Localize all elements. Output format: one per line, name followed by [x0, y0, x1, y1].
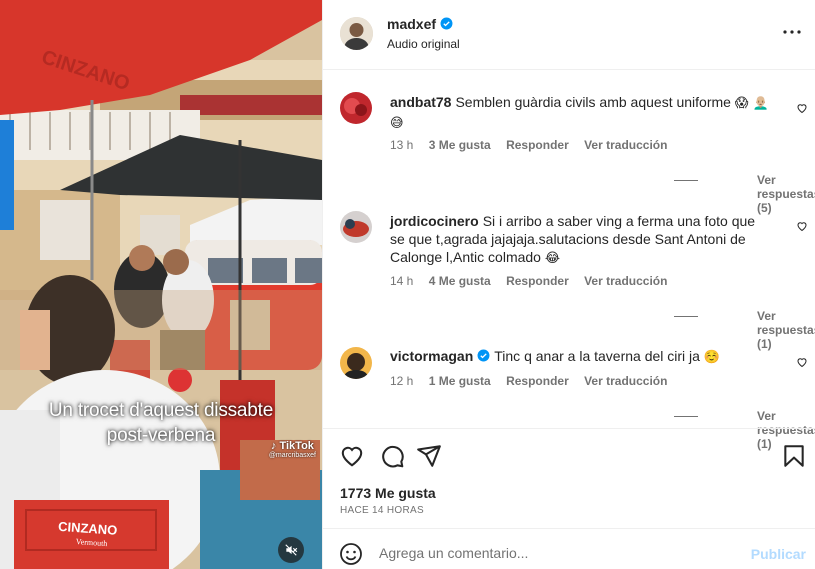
view-replies-label[interactable]: Ver respuestas (1): [757, 309, 815, 351]
translate-button[interactable]: Ver traducción: [584, 138, 667, 152]
verified-badge-icon: [440, 17, 453, 30]
comment-like-icon[interactable]: [796, 102, 808, 114]
comment-like-icon[interactable]: [796, 356, 808, 368]
post-timestamp: HACE 14 HORAS: [340, 505, 424, 516]
comment-username[interactable]: andbat78: [390, 94, 451, 110]
commenter-avatar[interactable]: [340, 347, 372, 379]
bookmark-icon[interactable]: [781, 443, 807, 469]
heart-icon[interactable]: [339, 443, 365, 469]
post-header: madxef Audio original: [323, 0, 815, 70]
comment-text: jordicocinero Si i arribo a saber ving a …: [390, 212, 770, 268]
comment-time: 12 h: [390, 374, 414, 388]
reply-button[interactable]: Responder: [506, 138, 569, 152]
view-replies-label[interactable]: Ver respuestas (5): [757, 173, 815, 215]
comment-likes[interactable]: 3 Me gusta: [429, 138, 491, 152]
comment-likes[interactable]: 1 Me gusta: [429, 374, 491, 388]
commenter-avatar[interactable]: [340, 211, 372, 243]
translate-button[interactable]: Ver traducción: [584, 374, 667, 388]
comment-body: Tinc q anar a la taverna del ciri ja: [494, 348, 700, 364]
more-options-icon: [783, 30, 801, 34]
post-comment-button[interactable]: Publicar: [751, 546, 806, 562]
post-actions: 1773 Me gusta HACE 14 HORAS: [323, 428, 815, 528]
comment-input[interactable]: [379, 539, 719, 567]
comment-icon[interactable]: [379, 443, 405, 469]
comment-body: Semblen guàrdia civils amb aquest unifor…: [455, 94, 731, 110]
comment-like-icon[interactable]: [796, 220, 808, 232]
translate-button[interactable]: Ver traducción: [584, 274, 667, 288]
post-details-panel: madxef Audio original andbat78 Semblen gu…: [322, 0, 815, 569]
tiktok-label: TikTok: [279, 440, 314, 452]
verified-badge-icon: [477, 349, 490, 362]
replies-divider: [674, 180, 698, 181]
replies-divider: [674, 416, 698, 417]
commenter-avatar[interactable]: [340, 92, 372, 124]
comment-emoji: 😂: [544, 251, 561, 266]
comment-meta: 12 h 1 Me gusta Responder Ver traducción: [390, 374, 679, 388]
comment-likes[interactable]: 4 Me gusta: [429, 274, 491, 288]
add-comment-bar: Publicar: [323, 528, 815, 569]
video-caption-line-1: Un trocet d'aquest dissabte: [48, 400, 274, 421]
comment-text: andbat78 Semblen guàrdia civils amb aques…: [390, 93, 770, 133]
muted-speaker-icon: [285, 544, 298, 556]
like-count[interactable]: 1773 Me gusta: [340, 485, 436, 501]
author-username[interactable]: madxef: [387, 16, 453, 32]
comment-meta: 13 h 3 Me gusta Responder Ver traducción: [390, 138, 679, 152]
comment-meta: 14 h 4 Me gusta Responder Ver traducción: [390, 274, 679, 288]
share-icon[interactable]: [416, 443, 442, 469]
comment-emoji: ☺️: [703, 350, 721, 365]
mute-toggle-button[interactable]: [278, 537, 304, 563]
emoji-icon[interactable]: [339, 542, 363, 566]
comment-time: 14 h: [390, 274, 414, 288]
author-username-label[interactable]: madxef: [387, 16, 436, 32]
comment-username[interactable]: victormagan: [390, 348, 473, 364]
more-options-button[interactable]: [780, 20, 804, 44]
comment-text: victormagan Tinc q anar a la taverna del …: [390, 347, 770, 367]
reply-button[interactable]: Responder: [506, 374, 569, 388]
comment-time: 13 h: [390, 138, 414, 152]
video-frame: CINZANO CINZANO Vermouth: [0, 0, 322, 569]
tiktok-watermark: ♪ TikTok @marcribasxef: [269, 440, 316, 459]
reply-button[interactable]: Responder: [506, 274, 569, 288]
tiktok-handle: @marcribasxef: [268, 452, 316, 459]
audio-source-link[interactable]: Audio original: [387, 37, 460, 51]
post-media[interactable]: CINZANO CINZANO Vermouth Un trocet d'aqu…: [0, 0, 322, 569]
comment-username[interactable]: jordicocinero: [390, 213, 479, 229]
tiktok-icon: ♪: [270, 440, 277, 452]
author-avatar[interactable]: [340, 17, 373, 50]
replies-divider: [674, 316, 698, 317]
